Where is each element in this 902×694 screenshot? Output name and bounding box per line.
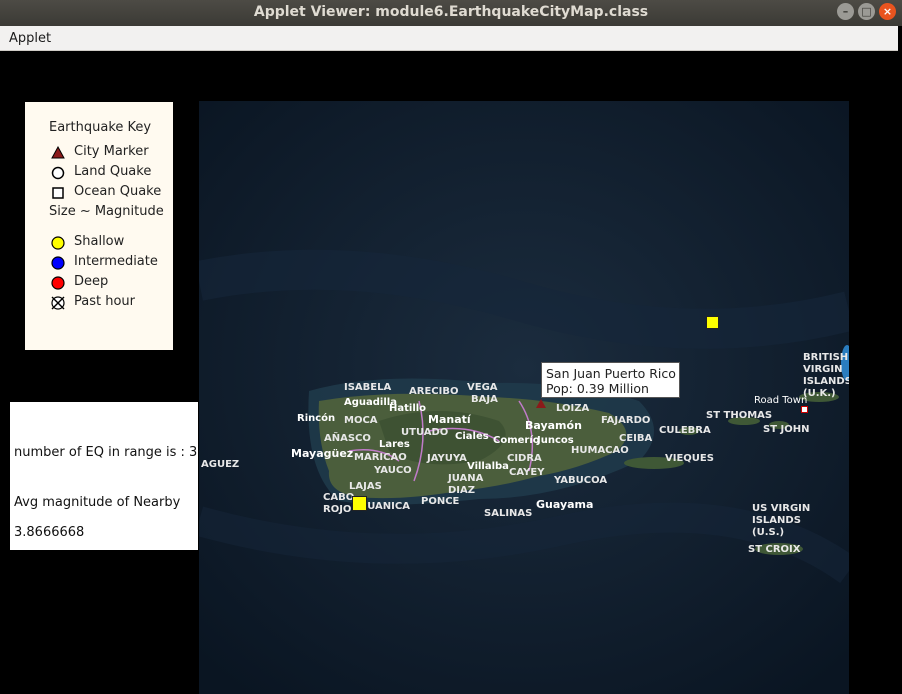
city-tooltip: San Juan Puerto Rico Pop: 0.39 Million: [541, 362, 680, 398]
minimize-button[interactable]: –: [837, 3, 854, 20]
triangle-icon: [51, 146, 65, 159]
menubar: Applet: [0, 26, 898, 51]
tooltip-population: Pop: 0.39 Million: [546, 381, 649, 396]
map-label-utuado: UTUADO: [401, 427, 449, 438]
map-label-humacao: HUMACAO: [571, 445, 629, 456]
map-label-villalba: Villalba: [467, 461, 509, 472]
map-label-yauco: YAUCO: [374, 465, 412, 476]
map-label-comerio: Comerío: [493, 435, 540, 446]
avg-magnitude-label: Avg magnitude of Nearby: [14, 495, 181, 510]
map-label-ciales: Ciales: [455, 431, 489, 442]
map-label-st-thomas: ST THOMAS: [706, 410, 773, 421]
map-label-yabucoa: YABUCOA: [554, 475, 608, 486]
map-label-juncos: Juncos: [537, 435, 574, 446]
key-label: Ocean Quake: [74, 184, 162, 199]
map-label-jayuya: JAYUYA: [427, 453, 467, 464]
window-controls: – □ ×: [837, 3, 896, 20]
avg-magnitude-value: 3.8666668: [14, 525, 85, 540]
circle-icon: [51, 276, 65, 290]
circle-icon: [51, 236, 65, 250]
map-label-anasco: AÑASCO: [324, 433, 371, 444]
map-label-usvi: US VIRGIN ISLANDS (U.S.): [752, 503, 811, 538]
close-button[interactable]: ×: [879, 3, 896, 20]
map-label-lares: Lares: [379, 439, 410, 450]
earthquake-key: Earthquake Key City Marker Land Quake Oc…: [25, 102, 173, 350]
tooltip-city-name: San Juan Puerto Rico: [546, 366, 676, 381]
map-label-ceiba: CEIBA: [619, 433, 653, 444]
key-title: Earthquake Key: [49, 120, 152, 135]
map-label-cayey: CAYEY: [509, 467, 545, 478]
crossed-circle-icon: [51, 296, 65, 310]
map-label-guayama: Guayama: [536, 498, 594, 511]
eq-count-text: number of EQ in range is : 3: [14, 445, 198, 460]
map-label-baja: BAJA: [471, 394, 498, 405]
map-label-fajardo: FAJARDO: [601, 415, 651, 426]
map-label-salinas: SALINAS: [484, 508, 533, 519]
city-marker-small[interactable]: [801, 406, 808, 413]
map-label-culebra: CULEBRA: [659, 425, 711, 436]
map-label-loiza: LOIZA: [556, 403, 590, 414]
map-label-road-town: Road Town: [754, 395, 808, 406]
map-label-aguez: AGUEZ: [201, 459, 240, 470]
map-label-vieques: VIEQUES: [665, 453, 714, 464]
circle-outline-icon: [51, 166, 65, 180]
map-label-lajas: LAJAS: [349, 481, 382, 492]
city-marker[interactable]: [536, 399, 546, 408]
square-outline-icon: [52, 187, 64, 199]
circle-icon: [51, 256, 65, 270]
map-label-cidra: CIDRA: [507, 453, 542, 464]
map-label-moca: MOCA: [344, 415, 378, 426]
map-label-cabo-rojo: CABO ROJO: [323, 492, 355, 515]
map-label-st-croix: ST CROIX: [748, 544, 801, 555]
map-label-ponce: PONCE: [421, 496, 460, 507]
map-label-bvi: BRITISH VIRGIN ISLANDS (U.K.): [803, 352, 849, 399]
map-label-bayamon: Bayamón: [525, 419, 582, 432]
ocean-quake-marker[interactable]: [352, 496, 367, 511]
map-terrain: [199, 101, 849, 694]
map-label-mayaguez: Mayagüez: [291, 447, 354, 460]
map-label-isabela: ISABELA: [344, 382, 392, 393]
key-label: Intermediate: [74, 254, 158, 269]
key-label: Land Quake: [74, 164, 152, 179]
map-view[interactable]: ISABELA ARECIBO VEGA BAJA Aguadilla Hati…: [199, 101, 849, 694]
map-label-vega: VEGA: [467, 382, 498, 393]
map-label-rincon: Rincón: [297, 413, 336, 424]
key-label: City Marker: [74, 144, 149, 159]
key-label: Deep: [74, 274, 109, 289]
map-label-st-john: ST JOHN: [763, 424, 810, 435]
map-label-maricao: MARICAO: [354, 452, 407, 463]
map-label-hatillo: Hatillo: [389, 403, 427, 414]
map-label-arecibo: ARECIBO: [409, 386, 459, 397]
info-panel: number of EQ in range is : 3 Avg magnitu…: [10, 402, 198, 550]
maximize-button[interactable]: □: [858, 3, 875, 20]
key-label: Past hour: [74, 294, 136, 309]
map-label-juana-diaz: JUANA DIAZ: [448, 473, 484, 496]
menu-applet[interactable]: Applet: [9, 31, 51, 46]
ocean-quake-marker[interactable]: [706, 316, 719, 329]
key-label: Shallow: [74, 234, 125, 249]
window-title: Applet Viewer: module6.EarthquakeCityMap…: [253, 4, 649, 20]
key-label: Size ~ Magnitude: [49, 204, 164, 219]
window-titlebar: Applet Viewer: module6.EarthquakeCityMap…: [0, 0, 902, 26]
map-label-manati: Manatí: [428, 413, 471, 426]
